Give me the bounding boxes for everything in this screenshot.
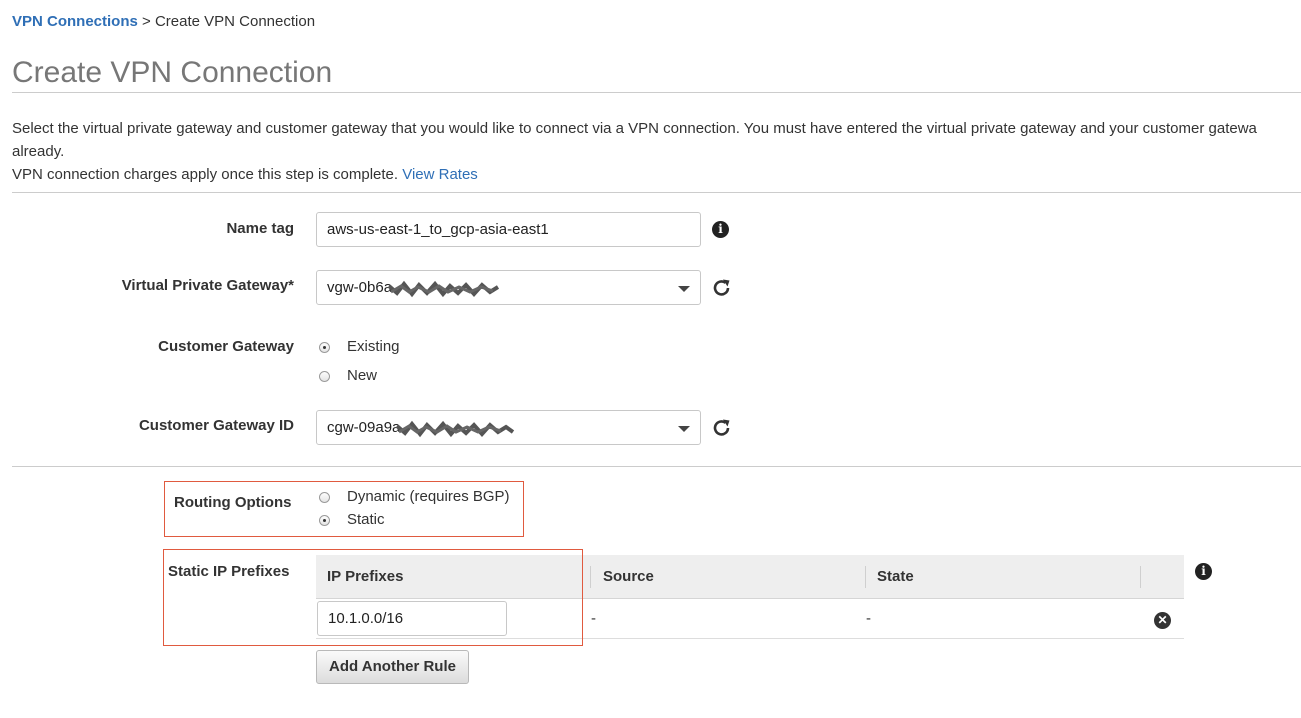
existing-radio[interactable] xyxy=(319,342,330,353)
vpg-label: Virtual Private Gateway* xyxy=(121,277,294,294)
customer-gateway-label: Customer Gateway xyxy=(158,338,294,355)
description-line-2: already. xyxy=(12,143,65,160)
static-ip-prefixes-label: Static IP Prefixes xyxy=(168,563,290,580)
column-divider xyxy=(865,566,866,588)
column-header-state: State xyxy=(877,568,914,585)
breadcrumb: VPN Connections > Create VPN Connection xyxy=(12,13,315,30)
refresh-icon[interactable] xyxy=(711,417,733,439)
cgw-id-label: Customer Gateway ID xyxy=(138,417,294,434)
breadcrumb-vpn-connections-link[interactable]: VPN Connections xyxy=(12,13,138,30)
dynamic-radio[interactable] xyxy=(319,492,330,503)
chevron-down-icon xyxy=(678,286,690,292)
name-tag-input[interactable]: aws-us-east-1_to_gcp-asia-east1 xyxy=(316,212,701,247)
new-radio[interactable] xyxy=(319,371,330,382)
page-description: Select the virtual private gateway and c… xyxy=(12,117,1301,186)
remove-circle-icon[interactable]: ✕ xyxy=(1154,612,1171,629)
description-divider xyxy=(12,192,1301,193)
name-tag-label: Name tag xyxy=(226,220,294,237)
breadcrumb-current: Create VPN Connection xyxy=(154,13,316,30)
chevron-down-icon xyxy=(678,426,690,432)
dynamic-radio-label[interactable]: Dynamic (requires BGP) xyxy=(347,488,510,505)
redacted-scribble xyxy=(395,420,515,438)
cgw-selected-value: cgw-09a9a xyxy=(327,419,401,436)
column-divider xyxy=(590,566,591,588)
add-another-rule-button[interactable]: Add Another Rule xyxy=(316,650,469,684)
state-cell: - xyxy=(866,610,871,627)
title-divider xyxy=(12,92,1301,93)
routing-options-label: Routing Options xyxy=(174,494,292,511)
refresh-icon[interactable] xyxy=(711,277,733,299)
new-radio-label[interactable]: New xyxy=(347,367,377,384)
source-cell: - xyxy=(591,610,596,627)
info-icon[interactable]: i xyxy=(712,221,729,238)
static-radio-label[interactable]: Static xyxy=(347,511,385,528)
vpg-select[interactable]: vgw-0b6a xyxy=(316,270,701,305)
cgw-id-select[interactable]: cgw-09a9a xyxy=(316,410,701,445)
view-rates-link[interactable]: View Rates xyxy=(402,166,478,183)
charges-note: VPN connection charges apply once this s… xyxy=(12,166,399,183)
breadcrumb-separator: > xyxy=(142,13,151,30)
column-header-source: Source xyxy=(603,568,654,585)
section-divider xyxy=(12,466,1301,467)
existing-radio-label[interactable]: Existing xyxy=(347,338,400,355)
page-title: Create VPN Connection xyxy=(12,56,333,89)
info-icon[interactable]: i xyxy=(1195,563,1212,580)
vpg-selected-value: vgw-0b6a xyxy=(327,279,393,296)
description-line-1: Select the virtual private gateway and c… xyxy=(12,120,1257,137)
redacted-scribble xyxy=(387,280,500,298)
column-divider xyxy=(1140,566,1141,588)
static-radio[interactable] xyxy=(319,515,330,526)
description-line-3: VPN connection charges apply once this s… xyxy=(12,163,1301,186)
